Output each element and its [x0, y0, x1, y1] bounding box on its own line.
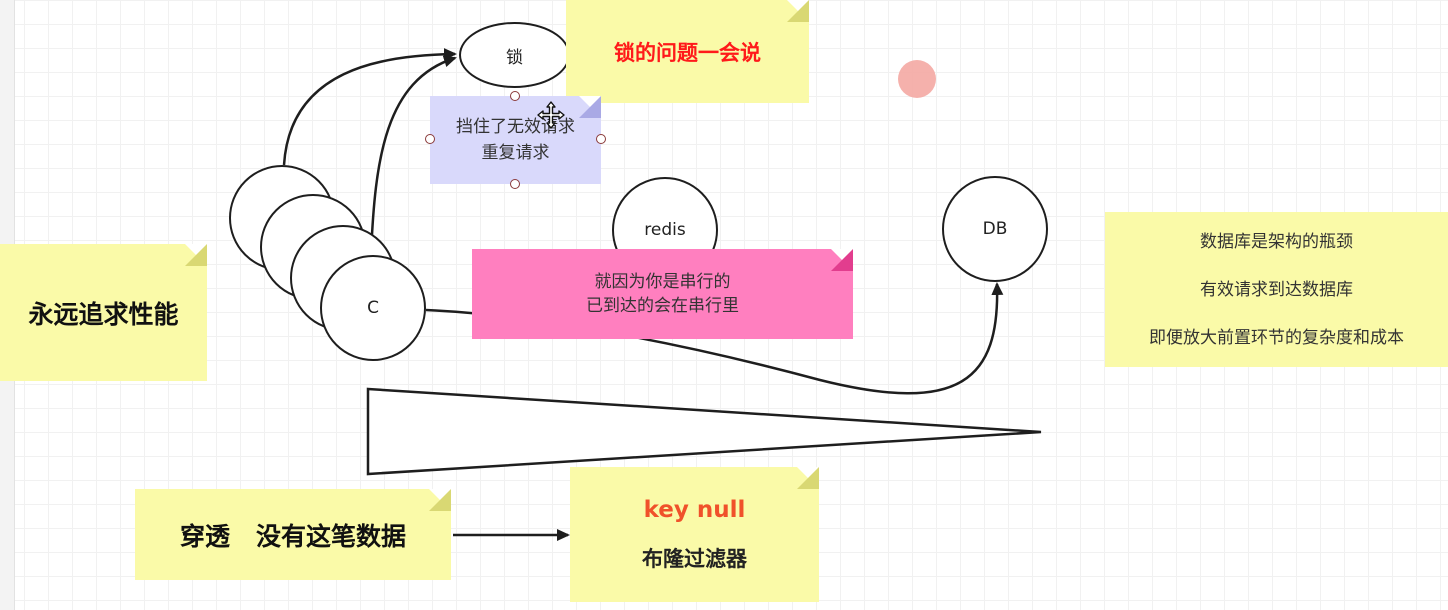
sticky-serial-explanation[interactable]: 就因为你是串行的 已到达的会在串行里	[472, 249, 853, 339]
sticky-lock-issue[interactable]: 锁的问题一会说	[566, 0, 809, 103]
client-label: C	[367, 298, 379, 318]
resize-handle-left[interactable]	[425, 134, 435, 144]
sticky-fold	[787, 0, 809, 22]
whiteboard-canvas[interactable]: C 锁 redis DB 锁的问题一会说 挡住了无效请求 重复请求 永远追求性能	[0, 0, 1448, 610]
db-line-2: 有效请求到达数据库	[1200, 279, 1353, 300]
sticky-fold	[797, 467, 819, 489]
sticky-penetration[interactable]: 穿透 没有这笔数据	[135, 489, 451, 580]
serial-line-1: 就因为你是串行的	[594, 272, 731, 292]
sticky-fold	[185, 244, 207, 266]
db-line-1: 数据库是架构的瓶颈	[1200, 231, 1353, 252]
resize-handle-bottom[interactable]	[510, 179, 520, 189]
sticky-always-performance[interactable]: 永远追求性能	[0, 244, 207, 381]
lock-label: 锁	[506, 47, 523, 68]
sticky-fold-shade	[579, 96, 601, 118]
sticky-fold	[429, 489, 451, 511]
blocked-line-2: 重复请求	[481, 143, 550, 163]
lock-node[interactable]: 锁	[459, 22, 570, 88]
red-pointer-dot	[898, 60, 936, 98]
sticky-blocked-requests[interactable]: 挡住了无效请求 重复请求	[430, 96, 601, 184]
db-node[interactable]: DB	[942, 176, 1048, 282]
db-line-3: 即便放大前置环节的复杂度和成本	[1149, 327, 1404, 348]
client-node[interactable]: C	[320, 255, 426, 361]
db-label: DB	[982, 219, 1008, 239]
always-performance-text: 永远追求性能	[28, 299, 179, 329]
resize-handle-right[interactable]	[596, 134, 606, 144]
lock-issue-text: 锁的问题一会说	[614, 40, 761, 65]
serial-line-2: 已到达的会在串行里	[586, 296, 739, 316]
key-null-text: key null	[643, 496, 746, 523]
resize-handle-top[interactable]	[510, 91, 520, 101]
funnel-triangle[interactable]	[366, 387, 1042, 476]
sticky-db-bottleneck[interactable]: 数据库是架构的瓶颈 有效请求到达数据库 即便放大前置环节的复杂度和成本	[1105, 212, 1448, 367]
sticky-fold-shade	[831, 249, 853, 271]
bloom-filter-text: 布隆过滤器	[642, 546, 747, 571]
penetration-text: 穿透 没有这笔数据	[179, 521, 407, 551]
sticky-bloom-filter[interactable]: key null 布隆过滤器	[570, 467, 819, 602]
redis-label: redis	[644, 220, 686, 240]
move-cursor-icon	[537, 101, 565, 129]
